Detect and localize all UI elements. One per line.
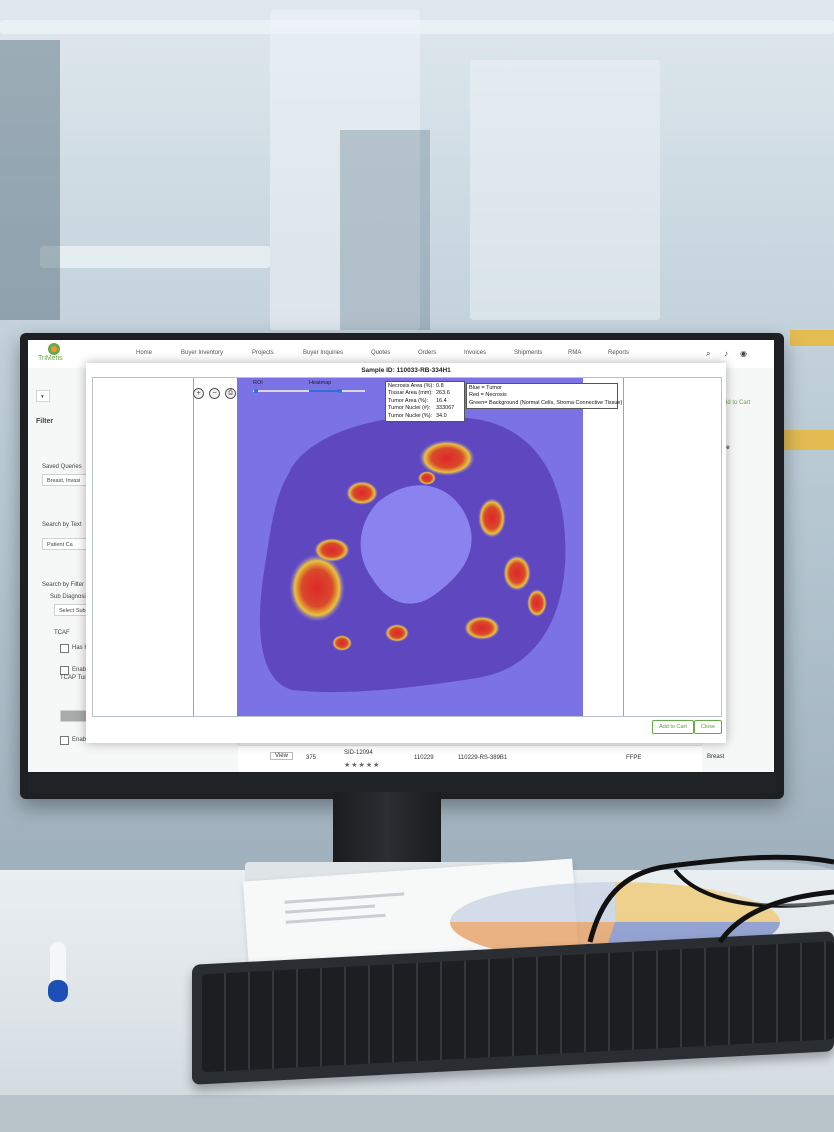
stat-tumor-nuclei-pct: Tumor Nuclei (%): 34.0 [388,412,447,419]
search-icon[interactable]: ⌕ [706,349,710,359]
stat-tumor-area: Tumor Area (%): 16.4 [388,397,447,404]
stats-panel: Necrosis Area (%): 0.8 Tissue Area (mm): 2… [385,381,465,423]
zoom-out-icon[interactable]: − [209,388,220,399]
filter-title: Filter [36,418,54,425]
legend-necrosis: Red = Necrosis [469,392,507,399]
keyboard-keys [202,941,834,1073]
marker-pen [48,942,68,1002]
user-icon[interactable]: ◉ [740,349,747,358]
stat-necrosis: Necrosis Area (%): 0.8 [388,383,444,389]
app-logo[interactable]: TriMetis [38,343,72,365]
sample-modal: Sample ID: 110033-RB-334H1 + − ⎙ ⊖ [86,363,726,743]
bell-icon[interactable]: ♪ [724,349,728,358]
nav-shipments[interactable]: Shipments [514,350,542,356]
stat-tumor-nuclei-count: Tumor Nuclei (#): 333067 [388,405,455,412]
lab-shadow [340,130,430,330]
light-fixture [40,246,270,268]
slide-viewer[interactable]: ROI Heatmap [237,378,583,716]
stat-tissue-area: Tissue Area (mm): 263.6 [388,390,450,397]
sid-cell: SID-12094 [344,750,373,756]
logo-icon [48,343,60,355]
count-cell: 375 [306,755,317,761]
heatmap-legend: Blue = Tumor Red = Necrosis Green= Backg… [466,383,623,410]
search-text-label: Search by Text [42,522,82,528]
nav-quotes[interactable]: Quotes [371,350,390,356]
has-checkbox[interactable] [60,644,69,653]
logo-text: TriMetis [38,355,63,362]
modal-title: Sample ID: 110033-RB-334H1 [361,367,451,374]
nav-orders[interactable]: Orders [418,350,436,356]
saved-queries-label: Saved Queries [42,464,82,470]
legend-tumor: Blue = Tumor [469,385,502,391]
sub-diagnosis-label: Sub Diagnosis [50,594,89,600]
column-divider [193,378,194,716]
tissue-cell: Breast [707,754,725,760]
nav-home[interactable]: Home [136,350,152,356]
heatmap-label: Heatmap [309,380,332,386]
add-to-cart-button[interactable]: Add to Cart [652,720,694,734]
enable-checkbox[interactable] [60,666,69,675]
nav-buyer-inventory[interactable]: Buyer Inventory [181,350,223,356]
tcap-label: TCAP Tum [60,675,90,681]
paper-text-line [285,913,386,924]
nav-buyer-inquiries[interactable]: Buyer Inquiries [303,350,343,356]
monitor-stand [333,792,441,872]
filter-toggle-icon[interactable]: ▾ [36,390,50,402]
heatmap-slider-knob[interactable] [337,389,342,393]
zoom-in-icon[interactable]: + [193,388,204,399]
roi-label: ROI [253,380,263,386]
result-row[interactable]: View 375 SID-12094 ★★★★★ 110229 110229-R… [238,745,702,772]
monitor-chin [28,773,776,793]
yellow-rail [790,330,834,346]
saved-queries-select[interactable]: Breast, Invasi [42,474,92,486]
nav-invoices[interactable]: Invoices [464,350,486,356]
heatmap-slider-fill [309,390,340,392]
rating-stars: ★★★★★ [344,762,381,769]
print-icon[interactable]: ⎙ [225,388,236,399]
tcaf-label: TCAF [54,630,70,636]
modal-body: + − ⎙ ⊖ [92,377,722,717]
paper-text-line [284,892,405,904]
yellow-rail [778,430,834,450]
search-filter-label: Search by Filter [42,582,85,588]
monitor-screen: TriMetis Home Buyer Inventory Projects B… [28,340,774,772]
nav-projects[interactable]: Projects [252,350,274,356]
lab-shadow [0,40,60,320]
id-cell: 110229 [414,755,434,761]
close-button[interactable]: Close [694,720,722,734]
column-divider [623,378,624,716]
legend-background: Green= Background (Normal Cells, Stroma … [469,399,623,406]
paper-text-line [285,904,376,914]
nav-rma[interactable]: RMA [568,350,581,356]
enable-bottom-checkbox[interactable] [60,736,69,745]
search-text-input[interactable]: Patient Ca [42,538,92,550]
desk-edge [0,1095,834,1132]
type-cell: FFPE [626,755,642,761]
roi-slider-knob[interactable] [253,389,258,393]
lab-equipment [470,60,660,320]
nav-reports[interactable]: Reports [608,350,629,356]
safety-glasses [587,854,834,944]
sample-id-cell: 110229-RS-389B1 [458,755,508,761]
roi-slider[interactable] [253,390,309,392]
heatmap-image [237,378,583,716]
view-button[interactable]: View [270,752,293,760]
